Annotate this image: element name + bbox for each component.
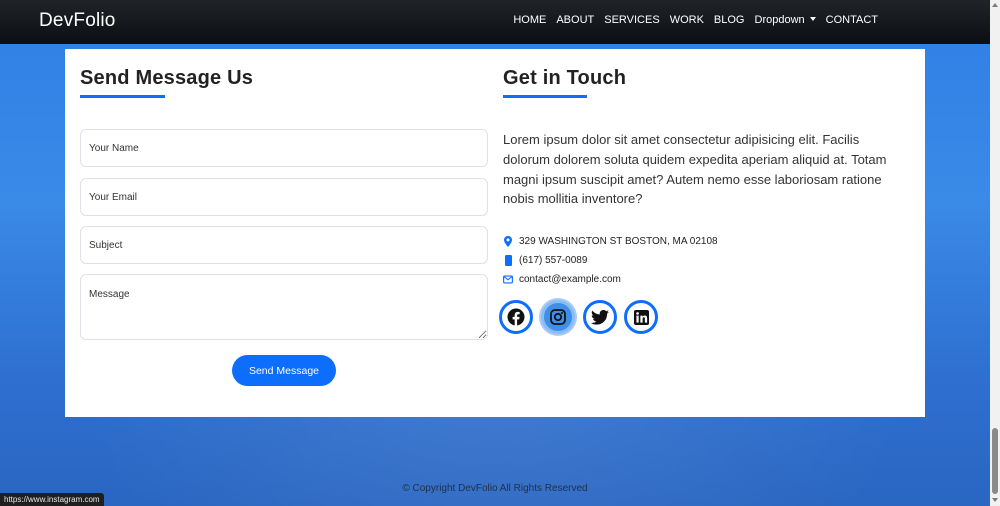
- contact-address: 329 WASHINGTON ST BOSTON, MA 02108: [503, 236, 718, 247]
- nav-link-contact[interactable]: CONTACT: [826, 14, 878, 26]
- page-scrollbar[interactable]: [990, 0, 1000, 506]
- twitter-icon: [591, 309, 609, 325]
- instagram-link[interactable]: [541, 300, 575, 334]
- top-navbar: DevFolio HOME ABOUT SERVICES WORK BLOG D…: [0, 0, 990, 44]
- twitter-link[interactable]: [583, 300, 617, 334]
- contact-intro-text: Lorem ipsum dolor sit amet consectetur a…: [503, 132, 887, 207]
- nav-link-services[interactable]: SERVICES: [604, 14, 659, 26]
- brand-logo[interactable]: DevFolio: [39, 10, 116, 32]
- contact-card: Send Message Us Send Message Get in Touc…: [65, 49, 925, 417]
- form-title: Send Message Us: [80, 67, 254, 89]
- caret-down-icon: [809, 17, 816, 21]
- contact-address-text: 329 WASHINGTON ST BOSTON, MA 02108: [519, 236, 718, 247]
- linkedin-icon: [633, 309, 649, 325]
- contact-phone-text: (617) 557-0089: [519, 255, 588, 266]
- contact-phone: (617) 557-0089: [503, 255, 587, 266]
- instagram-icon: [550, 309, 566, 325]
- email-input[interactable]: [80, 178, 488, 216]
- form-title-underline: [80, 95, 165, 98]
- nav-links: HOME ABOUT SERVICES WORK BLOG Dropdown C…: [503, 14, 878, 26]
- name-input[interactable]: [80, 129, 488, 167]
- linkedin-link[interactable]: [624, 300, 658, 334]
- contact-title: Get in Touch: [503, 67, 627, 89]
- footer-copyright: © Copyright DevFolio All Rights Reserved: [402, 483, 588, 494]
- scroll-up-arrow-icon[interactable]: [992, 3, 998, 7]
- send-message-button[interactable]: Send Message: [232, 355, 336, 386]
- contact-email: contact@example.com: [503, 274, 621, 285]
- nav-link-work[interactable]: WORK: [670, 14, 704, 26]
- nav-link-about[interactable]: ABOUT: [556, 14, 594, 26]
- message-textarea[interactable]: [80, 274, 488, 340]
- scrollbar-thumb[interactable]: [992, 428, 998, 494]
- nav-link-home[interactable]: HOME: [513, 14, 546, 26]
- phone-icon: [503, 255, 513, 266]
- nav-link-blog[interactable]: BLOG: [714, 14, 745, 26]
- contact-title-underline: [503, 95, 587, 98]
- nav-dropdown-label: Dropdown: [754, 14, 805, 26]
- subject-input[interactable]: [80, 226, 488, 264]
- facebook-icon: [507, 308, 525, 326]
- map-marker-icon: [503, 236, 513, 247]
- facebook-link[interactable]: [499, 300, 533, 334]
- envelope-icon: [503, 274, 513, 285]
- scroll-down-arrow-icon[interactable]: [992, 498, 998, 502]
- nav-dropdown-toggle[interactable]: Dropdown: [755, 14, 816, 26]
- contact-email-text[interactable]: contact@example.com: [519, 274, 621, 285]
- status-bar-url: https://www.instagram.com: [0, 493, 104, 506]
